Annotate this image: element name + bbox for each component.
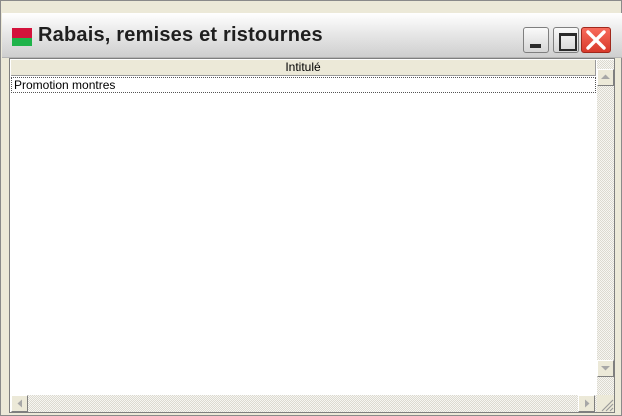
close-button[interactable] xyxy=(581,27,611,53)
minimize-button[interactable] xyxy=(523,27,549,53)
title-bar[interactable]: Rabais, remises et ristournes xyxy=(2,13,622,58)
cell-intitule: Promotion montres xyxy=(14,78,116,92)
close-icon xyxy=(586,30,606,50)
scroll-left-button[interactable] xyxy=(11,395,28,412)
app-flag-icon[interactable] xyxy=(12,28,32,46)
arrow-left-icon xyxy=(17,399,22,408)
scroll-up-button[interactable] xyxy=(597,69,614,86)
resize-grip-icon xyxy=(601,399,614,412)
window-title: Rabais, remises et ristournes xyxy=(38,24,323,46)
arrow-right-icon xyxy=(585,399,590,408)
window: Rabais, remises et ristournes Intitulé P… xyxy=(0,0,622,416)
vertical-scrollbar[interactable] xyxy=(597,60,614,395)
app-icon-green-band xyxy=(12,38,32,46)
column-header-intitule[interactable]: Intitulé xyxy=(11,60,596,76)
arrow-down-icon xyxy=(601,366,610,371)
arrow-up-icon xyxy=(601,74,610,79)
list-view[interactable]: Intitulé Promotion montres xyxy=(9,58,615,413)
scroll-right-button[interactable] xyxy=(578,395,595,412)
resize-grip[interactable] xyxy=(597,395,614,412)
app-icon-red-band xyxy=(12,28,32,38)
maximize-button[interactable] xyxy=(553,27,579,53)
table-row[interactable]: Promotion montres xyxy=(11,77,596,93)
scroll-down-button[interactable] xyxy=(597,360,614,377)
horizontal-scrollbar[interactable] xyxy=(11,395,597,412)
